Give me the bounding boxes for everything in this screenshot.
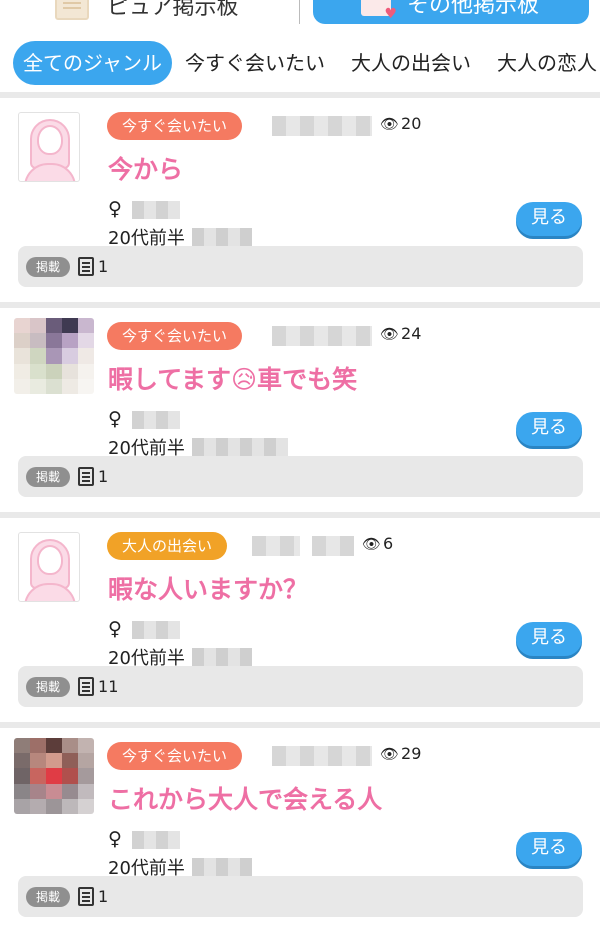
heart-board-icon [361, 0, 397, 22]
blurred-name [132, 831, 180, 849]
view-count: 👁 6 [362, 534, 394, 553]
post-footer: 掲載 1 [18, 876, 583, 917]
blurred-nickname [272, 116, 372, 136]
blurred-name [132, 201, 180, 219]
other-board-label: その他掲示板 [407, 0, 540, 18]
gender-icon: ♀ [108, 198, 122, 220]
genre-tag: 大人の出会い [107, 532, 228, 560]
blurred-area [192, 438, 288, 456]
post-count: 1 [98, 467, 109, 486]
genre-tag: 今すぐ会いたい [107, 742, 243, 770]
blurred-nickname [272, 326, 372, 346]
posted-badge: 掲載 [26, 256, 71, 277]
genre-tag: 今すぐ会いたい [107, 322, 243, 350]
genre-tab-adult-lover[interactable]: 大人の恋人 [484, 41, 600, 85]
genre-tag: 今すぐ会いたい [107, 112, 243, 140]
blurred-nickname [272, 746, 372, 766]
post-footer: 掲載 1 [18, 456, 583, 497]
document-icon [78, 257, 95, 276]
blurred-date [312, 536, 354, 556]
blurred-area [192, 648, 252, 666]
post-title[interactable]: これから大人で会える人 [108, 780, 382, 816]
document-icon [78, 887, 95, 906]
pure-board-tab[interactable]: ピュア掲示板 [55, 0, 295, 24]
document-icon [78, 467, 95, 486]
posted-badge: 掲載 [26, 466, 71, 487]
view-count: 👁 20 [380, 114, 422, 133]
post-item[interactable]: 今すぐ会いたい 👁 24 暇してます😥車でも笑 ♀ 20代前半 見る 掲載 1 [0, 308, 600, 518]
post-count: 1 [98, 257, 109, 276]
other-board-tab[interactable]: その他掲示板 [313, 0, 589, 24]
pure-board-label: ピュア掲示板 [107, 0, 239, 20]
gender-icon: ♀ [108, 618, 122, 640]
post-item[interactable]: 今すぐ会いたい 👁 29 これから大人で会える人 ♀ 20代前半 見る 掲載 1 [0, 728, 600, 935]
blurred-nickname [252, 536, 300, 556]
post-item[interactable]: 今すぐ会いたい 👁 20 今から ♀ 20代前半 見る 掲載 1 [0, 98, 600, 308]
avatar[interactable] [14, 318, 94, 394]
gender-icon: ♀ [108, 408, 122, 430]
genre-tabs: 全てのジャンル 今すぐ会いたい 大人の出会い 大人の恋人 [0, 38, 600, 88]
posted-badge: 掲載 [26, 886, 71, 907]
post-footer: 掲載 11 [18, 666, 583, 707]
eye-icon: 👁 [380, 744, 400, 763]
view-button[interactable]: 見る [516, 622, 582, 656]
avatar[interactable] [14, 738, 94, 814]
view-button[interactable]: 見る [516, 412, 582, 446]
blurred-area [192, 858, 252, 876]
avatar[interactable] [18, 532, 80, 602]
board-tabs: ピュア掲示板 その他掲示板 [0, 0, 600, 26]
view-count: 👁 29 [380, 744, 422, 763]
genre-tab-all[interactable]: 全てのジャンル [13, 41, 172, 85]
eye-icon: 👁 [380, 114, 400, 133]
genre-tab-now[interactable]: 今すぐ会いたい [172, 41, 338, 85]
document-icon [78, 677, 95, 696]
post-title[interactable]: 今から [108, 150, 183, 186]
posted-badge: 掲載 [26, 676, 71, 697]
genre-tab-adult[interactable]: 大人の出会い [338, 41, 484, 85]
view-count: 👁 24 [380, 324, 422, 343]
post-footer: 掲載 1 [18, 246, 583, 287]
board-icon [55, 0, 89, 20]
blurred-name [132, 411, 180, 429]
post-item[interactable]: 大人の出会い 👁 6 暇な人いますか？ ♀ 20代前半 見る 掲載 11 [0, 518, 600, 728]
post-count: 11 [98, 677, 119, 696]
view-button[interactable]: 見る [516, 202, 582, 236]
post-title[interactable]: 暇してます😥車でも笑 [108, 360, 357, 396]
view-button[interactable]: 見る [516, 832, 582, 866]
tab-divider [299, 0, 300, 24]
eye-icon: 👁 [380, 324, 400, 343]
post-title[interactable]: 暇な人いますか？ [108, 570, 308, 606]
blurred-area [192, 228, 252, 246]
gender-icon: ♀ [108, 828, 122, 850]
blurred-name [132, 621, 180, 639]
post-count: 1 [98, 887, 109, 906]
eye-icon: 👁 [362, 534, 382, 553]
avatar[interactable] [18, 112, 80, 182]
